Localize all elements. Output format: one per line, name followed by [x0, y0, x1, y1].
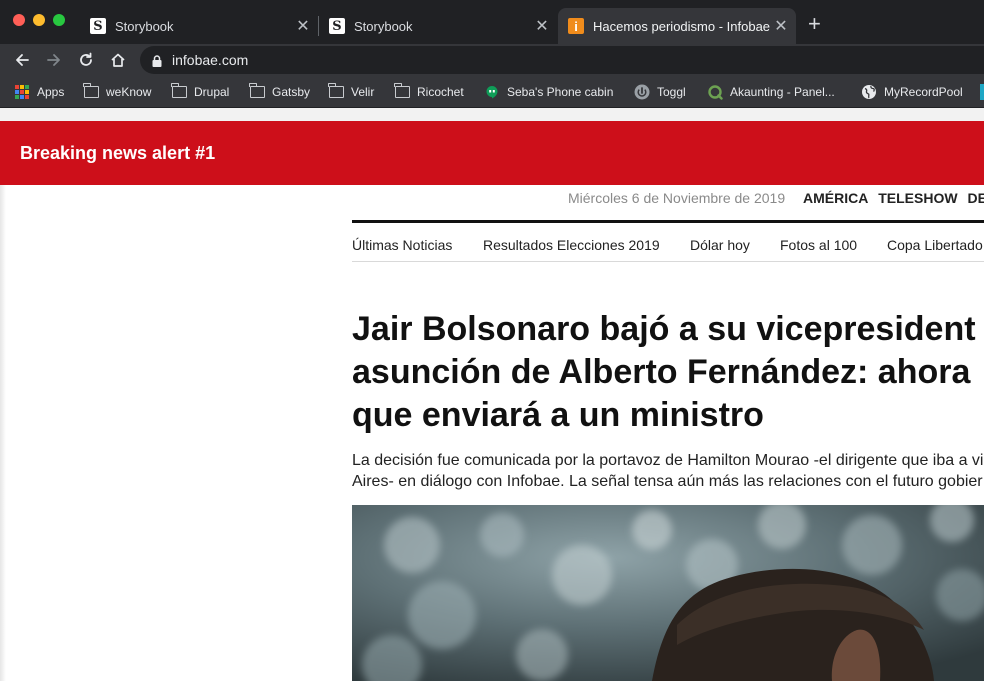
browser-tab-storybook-2[interactable]: S Storybook ✕	[319, 8, 557, 44]
close-tab-icon[interactable]: ✕	[294, 16, 312, 36]
bookmark-weknow[interactable]: weKnow	[83, 83, 151, 101]
section-link-teleshow[interactable]: TELESHOW	[878, 190, 957, 206]
bookmark-label: Gatsby	[272, 85, 311, 99]
infobae-favicon-icon: i	[568, 18, 584, 34]
folder-icon	[394, 83, 410, 100]
tab-title: Hacemos periodismo - Infobae	[593, 18, 771, 34]
apps-grid-icon	[14, 84, 30, 100]
reload-button[interactable]	[74, 48, 98, 72]
bookmark-label: Apps	[37, 85, 65, 99]
close-tab-icon[interactable]: ✕	[533, 16, 551, 36]
section-link-deportes[interactable]: DEP	[967, 190, 984, 206]
bookmarks-bar: Apps weKnow Drupal Gatsby Velir Ricochet…	[0, 76, 984, 108]
home-button[interactable]	[106, 48, 130, 72]
bookmark-phone-cabin[interactable]: Seba's Phone cabin	[484, 83, 613, 101]
bookmark-akaunting[interactable]: Akaunting - Panel...	[707, 83, 835, 101]
globe-icon	[861, 84, 877, 100]
nav-item-resultados-elecciones[interactable]: Resultados Elecciones 2019	[483, 237, 660, 253]
article-summary: La decisión fue comunicada por la portav…	[352, 450, 984, 492]
bookmark-label: Akaunting - Panel...	[730, 85, 835, 99]
browser-tab-storybook-1[interactable]: S Storybook ✕	[80, 8, 318, 44]
back-button[interactable]	[10, 48, 34, 72]
storybook-favicon-icon: S	[329, 18, 345, 34]
headline-line: que enviará a un ministro	[352, 396, 764, 434]
nav-item-copa-libertadores[interactable]: Copa Libertado	[887, 237, 983, 253]
arrow-right-icon	[47, 54, 60, 66]
bookmark-label: Drupal	[194, 85, 230, 99]
forward-button[interactable]	[42, 48, 66, 72]
alert-text: Breaking news alert #1	[20, 142, 216, 163]
section-links: AMÉRICA TELESHOW DEP	[803, 190, 984, 206]
bookmark-gatsby[interactable]: Gatsby	[249, 83, 310, 101]
bookmark-label: Seba's Phone cabin	[507, 85, 614, 99]
section-link-america[interactable]: AMÉRICA	[803, 190, 868, 206]
current-date: Miércoles 6 de Noviembre de 2019	[568, 190, 786, 206]
left-edge-shadow	[0, 185, 6, 681]
home-icon	[111, 53, 125, 67]
article-headline[interactable]: Jair Bolsonaro bajó a su vicepresident a…	[352, 308, 984, 437]
bookmark-label: weKnow	[106, 85, 152, 99]
article-photo-image	[352, 505, 984, 681]
hangouts-icon	[484, 84, 500, 100]
bookmark-label: Toggl	[657, 85, 686, 99]
bookmark-apps[interactable]: Apps	[14, 83, 64, 101]
bookmark-overflow-icon	[980, 84, 984, 100]
arrow-left-icon	[16, 54, 29, 66]
bookmark-label: Ricochet	[417, 85, 464, 99]
bookmark-myrecordpool[interactable]: MyRecordPool	[861, 83, 963, 101]
folder-icon	[83, 83, 99, 100]
nav-bottom-rule	[352, 261, 984, 262]
bookmark-velir[interactable]: Velir	[328, 83, 374, 101]
summary-line: La decisión fue comunicada por la portav…	[352, 452, 984, 469]
page-top-strip	[0, 108, 984, 121]
reload-icon	[80, 52, 92, 66]
summary-line: Aires- en diálogo con Infobae. La señal …	[352, 473, 983, 490]
lock-icon	[152, 54, 162, 67]
browser-tab-infobae[interactable]: i Hacemos periodismo - Infobae ✕	[558, 8, 796, 44]
tab-title: Storybook	[115, 18, 174, 34]
bookmark-ricochet[interactable]: Ricochet	[394, 83, 464, 101]
folder-icon	[328, 83, 344, 100]
url-text: infobae.com	[172, 52, 249, 68]
headline-line: Jair Bolsonaro bajó a su vicepresident	[352, 310, 976, 348]
nav-top-rule	[352, 220, 984, 223]
tab-title: Storybook	[354, 18, 413, 34]
nav-item-ultimas-noticias[interactable]: Últimas Noticias	[352, 237, 452, 253]
toggl-icon	[634, 84, 650, 100]
headline-line: asunción de Alberto Fernández: ahora	[352, 353, 971, 391]
close-tab-icon[interactable]: ✕	[772, 16, 790, 36]
article-photo[interactable]	[352, 505, 984, 681]
browser-tab-bar: S Storybook ✕ S Storybook ✕ i Hacemos pe…	[0, 0, 984, 44]
bookmark-label: MyRecordPool	[884, 85, 963, 99]
nav-item-dolar-hoy[interactable]: Dólar hoy	[690, 237, 750, 253]
akaunting-icon	[707, 84, 723, 100]
new-tab-button[interactable]: +	[808, 13, 821, 35]
bookmark-label: Velir	[351, 85, 375, 99]
breaking-news-alert[interactable]: Breaking news alert #1	[0, 121, 984, 185]
browser-toolbar: infobae.com	[0, 44, 984, 76]
address-bar[interactable]: infobae.com	[140, 46, 984, 74]
close-window-button[interactable]	[13, 14, 25, 26]
maximize-window-button[interactable]	[53, 14, 65, 26]
bookmark-toggl[interactable]: Toggl	[634, 83, 686, 101]
storybook-favicon-icon: S	[90, 18, 106, 34]
minimize-window-button[interactable]	[33, 14, 45, 26]
folder-icon	[249, 83, 265, 100]
bookmark-drupal[interactable]: Drupal	[171, 83, 229, 101]
folder-icon	[171, 83, 187, 100]
nav-item-fotos-al-100[interactable]: Fotos al 100	[780, 237, 857, 253]
page-viewport: Breaking news alert #1 Miércoles 6 de No…	[0, 108, 984, 681]
